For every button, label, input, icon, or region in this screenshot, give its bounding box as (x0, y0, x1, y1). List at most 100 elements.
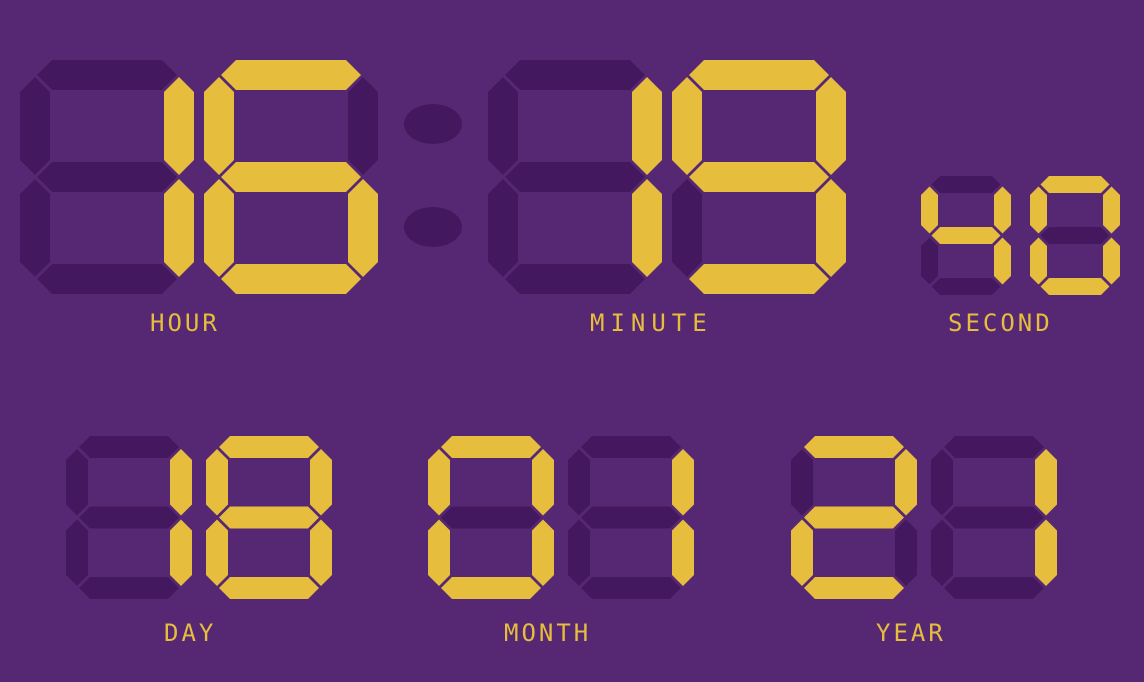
hour-label: HOUR (150, 309, 220, 337)
day-digit-ones-segment-g (219, 506, 319, 529)
second-digit-tens-segment-a (931, 176, 1001, 193)
month-digit-ones-segment-a (581, 436, 681, 458)
month-digit-tens-segment-d (441, 577, 541, 599)
day-digit-tens-segment-d (79, 577, 179, 599)
hour-digit-ones (204, 60, 378, 294)
month-digit-tens-segment-a (441, 436, 541, 458)
time-colon (404, 104, 462, 247)
hour-digit-ones-segment-g (221, 162, 361, 192)
day-digit-ones-segment-d (219, 577, 319, 599)
month-digit-ones-segment-d (581, 577, 681, 599)
day-digit-ones-segment-f (206, 449, 228, 516)
second-label: SECOND (948, 309, 1053, 337)
second-digit-tens-segment-g (931, 227, 1001, 244)
year-digit-tens-segment-a (804, 436, 904, 458)
month-digit-ones-segment-e (568, 519, 590, 586)
colon-dot-top (404, 104, 462, 144)
month-digit-ones-segment-c (672, 519, 694, 586)
minute-digit-tens-segment-g (505, 162, 645, 192)
colon-dot-bottom (404, 207, 462, 247)
minute-digit-tens-segment-c (632, 179, 662, 277)
month-digit-tens (428, 436, 554, 599)
hour-digit-ones-segment-c (348, 179, 378, 277)
year-digit-tens-segment-b (895, 449, 917, 516)
day-digit-tens-segment-g (79, 506, 179, 529)
second-digit-tens-segment-c (994, 237, 1011, 285)
hour-digit-ones-segment-e (204, 179, 234, 277)
minute-label: MINUTE (590, 309, 713, 337)
month-digit-tens-segment-c (532, 519, 554, 586)
month-digit-ones-segment-b (672, 449, 694, 516)
month-digit-tens-segment-b (532, 449, 554, 516)
month-digit-ones-segment-f (568, 449, 590, 516)
month-digit-ones (568, 436, 694, 599)
hour-digit-tens (20, 60, 194, 294)
minute-digit-ones-segment-g (689, 162, 829, 192)
month-digit-ones-segment-g (581, 506, 681, 529)
year-digit-tens (791, 436, 917, 599)
year-digit-ones-segment-f (931, 449, 953, 516)
hour-digit-ones-segment-d (221, 264, 361, 294)
year-digit-tens-segment-c (895, 519, 917, 586)
second-digit-ones (1030, 176, 1120, 295)
minute-digit-ones-segment-d (689, 264, 829, 294)
day-digit-ones-segment-c (310, 519, 332, 586)
year-digit-ones-segment-b (1035, 449, 1057, 516)
year-digit-ones-segment-e (931, 519, 953, 586)
year-digit-ones-segment-a (944, 436, 1044, 458)
month-digit-tens-segment-e (428, 519, 450, 586)
minute-digit-tens-segment-e (488, 179, 518, 277)
second-digit-tens-segment-f (921, 186, 938, 234)
second-digit-ones-segment-b (1103, 186, 1120, 234)
day-digit-ones-segment-b (310, 449, 332, 516)
minute-digit-tens-segment-a (505, 60, 645, 90)
minute-digit-ones-segment-b (816, 77, 846, 175)
hour-digit-tens-segment-d (37, 264, 177, 294)
year-digit-tens-segment-d (804, 577, 904, 599)
hour-digit-ones-segment-b (348, 77, 378, 175)
day-digit-tens-segment-e (66, 519, 88, 586)
second-digit-tens-segment-b (994, 186, 1011, 234)
day-digit-tens (66, 436, 192, 599)
minute-digit-tens-segment-f (488, 77, 518, 175)
day-digit-tens-segment-b (170, 449, 192, 516)
second-digit-ones-segment-g (1040, 227, 1110, 244)
hour-digit-ones-segment-a (221, 60, 361, 90)
day-digit-tens-segment-c (170, 519, 192, 586)
day-label: DAY (164, 619, 217, 647)
day-digit-tens-segment-a (79, 436, 179, 458)
year-digit-tens-segment-e (791, 519, 813, 586)
minute-digit-tens-segment-b (632, 77, 662, 175)
year-digit-tens-segment-f (791, 449, 813, 516)
second-digit-tens-segment-e (921, 237, 938, 285)
hour-digit-tens-segment-f (20, 77, 50, 175)
clock-display (20, 60, 1120, 599)
year-digit-ones (931, 436, 1057, 599)
year-digit-ones-segment-c (1035, 519, 1057, 586)
day-digit-ones-segment-a (219, 436, 319, 458)
day-digit-tens-segment-f (66, 449, 88, 516)
second-digit-tens (921, 176, 1011, 295)
second-digit-tens-segment-d (931, 278, 1001, 295)
minute-digit-ones-segment-a (689, 60, 829, 90)
hour-digit-ones-segment-f (204, 77, 234, 175)
second-digit-ones-segment-e (1030, 237, 1047, 285)
minute-digit-ones-segment-c (816, 179, 846, 277)
minute-digit-ones-segment-f (672, 77, 702, 175)
minute-digit-ones-segment-e (672, 179, 702, 277)
year-digit-ones-segment-g (944, 506, 1044, 529)
year-digit-ones-segment-d (944, 577, 1044, 599)
second-digit-ones-segment-d (1040, 278, 1110, 295)
minute-digit-tens-segment-d (505, 264, 645, 294)
hour-digit-tens-segment-b (164, 77, 194, 175)
year-digit-tens-segment-g (804, 506, 904, 529)
second-digit-ones-segment-c (1103, 237, 1120, 285)
hour-digit-tens-segment-g (37, 162, 177, 192)
hour-digit-tens-segment-a (37, 60, 177, 90)
year-label: YEAR (876, 619, 946, 647)
hour-digit-tens-segment-c (164, 179, 194, 277)
second-digit-ones-segment-f (1030, 186, 1047, 234)
second-digit-ones-segment-a (1040, 176, 1110, 193)
minute-digit-ones (672, 60, 846, 294)
month-digit-tens-segment-f (428, 449, 450, 516)
